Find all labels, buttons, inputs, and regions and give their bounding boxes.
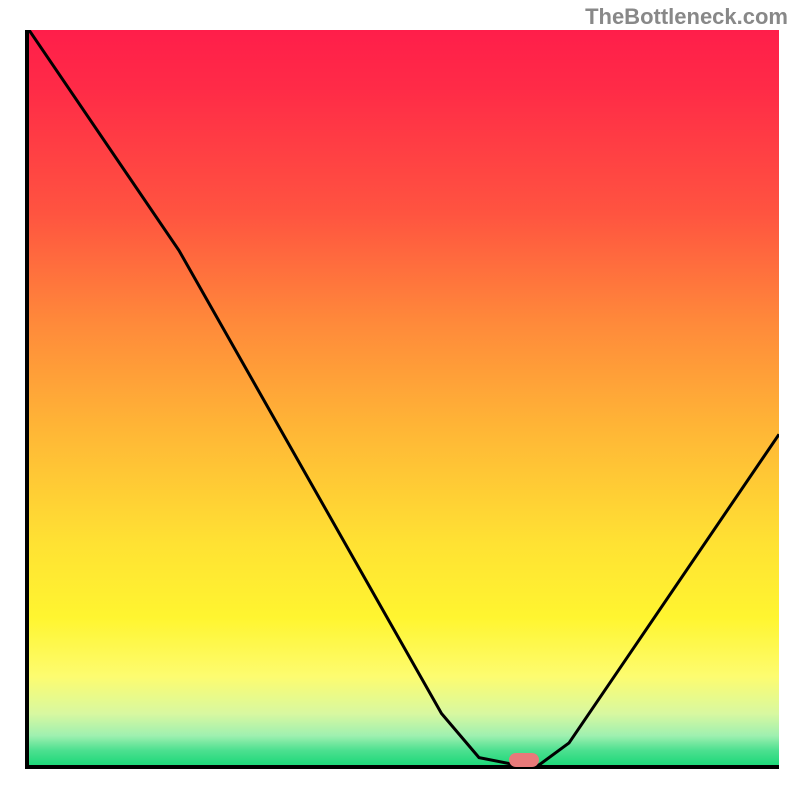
chart-container: TheBottleneck.com [0, 0, 800, 800]
curve-svg [29, 30, 779, 765]
curve-path [29, 30, 779, 765]
watermark-text: TheBottleneck.com [585, 4, 788, 30]
plot-area [25, 30, 779, 769]
optimal-marker [509, 753, 539, 767]
